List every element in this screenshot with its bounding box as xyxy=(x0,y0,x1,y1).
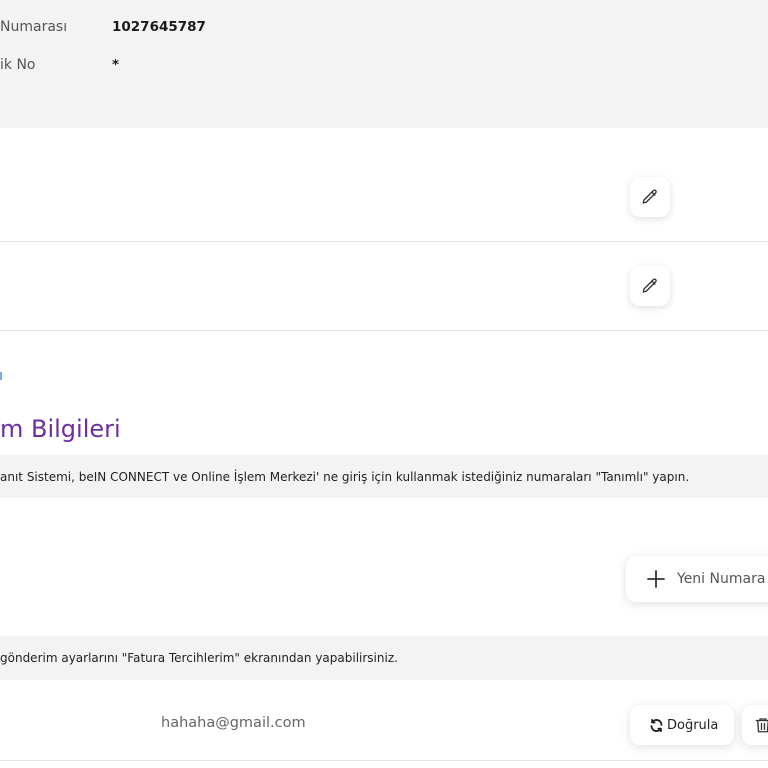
id-number-label: ik No xyxy=(0,57,36,73)
divider xyxy=(0,330,768,331)
edit-button-2[interactable] xyxy=(630,266,670,306)
customer-number-value: 1027645787 xyxy=(112,19,206,35)
pencil-icon xyxy=(642,278,657,293)
new-number-label: Yeni Numara xyxy=(677,571,766,587)
customer-number-label: Numarası xyxy=(0,19,68,35)
new-number-button[interactable]: Yeni Numara xyxy=(626,556,768,602)
verify-button[interactable]: Doğrula xyxy=(630,705,734,745)
trash-icon xyxy=(755,718,768,733)
edit-button-1[interactable] xyxy=(630,177,670,217)
delete-button[interactable] xyxy=(742,705,768,745)
invoice-note-text: gönderim ayarlarını "Fatura Tercihlerim"… xyxy=(0,651,398,665)
divider xyxy=(0,760,768,761)
id-number-value: * xyxy=(112,57,120,73)
divider xyxy=(0,241,768,242)
invoice-note-bar: gönderim ayarlarını "Fatura Tercihlerim"… xyxy=(0,636,768,680)
plus-icon xyxy=(647,570,665,588)
pencil-icon xyxy=(642,189,657,204)
email-value: hahaha@gmail.com xyxy=(161,715,306,731)
accent-mark xyxy=(0,372,2,380)
refresh-icon xyxy=(650,718,663,732)
description-text: anıt Sistemi, beIN CONNECT ve Online İşl… xyxy=(0,469,690,484)
description-bar: anıt Sistemi, beIN CONNECT ve Online İşl… xyxy=(0,455,768,498)
verify-label: Doğrula xyxy=(667,717,719,733)
section-title: m Bilgileri xyxy=(0,415,121,443)
